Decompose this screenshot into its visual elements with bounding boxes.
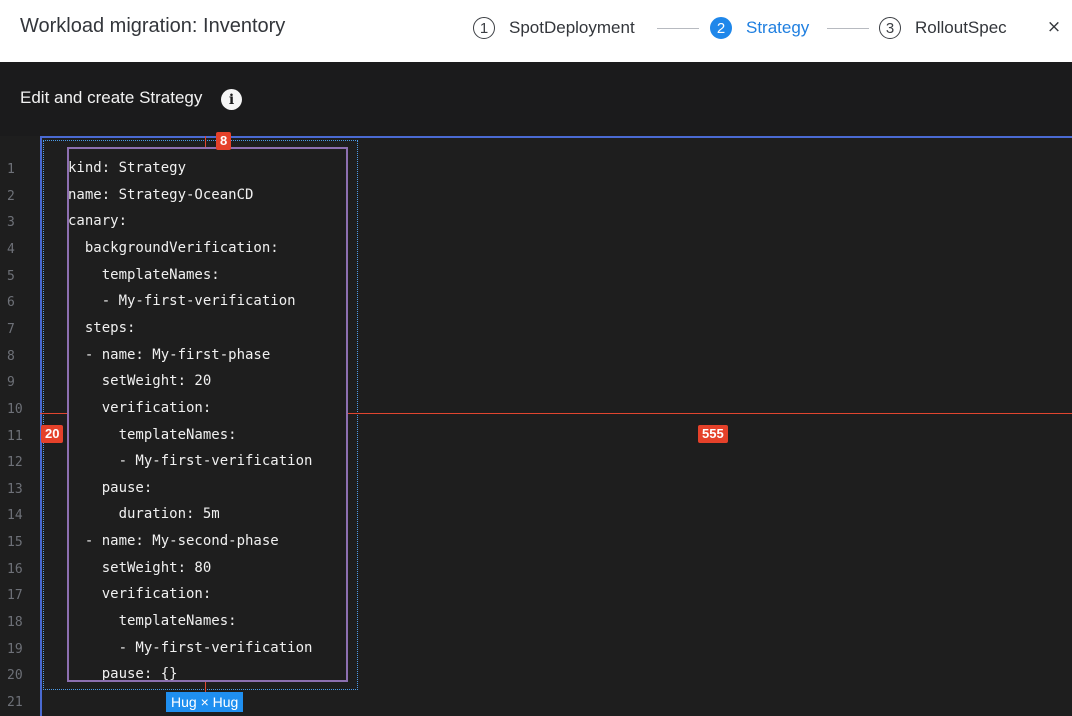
step-number: 2 bbox=[710, 17, 732, 39]
line-number: 1 bbox=[7, 162, 15, 177]
header-bar: Workload migration: Inventory 1 SpotDepl… bbox=[0, 0, 1072, 62]
text-block-outline bbox=[67, 147, 348, 682]
line-number: 3 bbox=[7, 215, 15, 231]
line-number: 5 bbox=[7, 268, 15, 284]
step-connector bbox=[827, 28, 869, 29]
line-number: 2 bbox=[7, 188, 15, 204]
line-number: 18 bbox=[7, 615, 23, 631]
line-number: 13 bbox=[7, 481, 23, 497]
line-number: 19 bbox=[7, 641, 23, 657]
line-number: 7 bbox=[7, 321, 15, 337]
line-number: 17 bbox=[7, 588, 23, 604]
sizing-badge: Hug × Hug bbox=[166, 692, 244, 712]
line-number: 21 bbox=[7, 695, 23, 710]
line-number: 11 bbox=[7, 428, 23, 444]
info-icon[interactable]: i bbox=[221, 89, 242, 110]
line-number-gutter: 1 2 3 4 5 6 7 8 9 10 11 12 13 14 15 16 17 18 19 20 21 bbox=[0, 136, 40, 712]
line-number: 15 bbox=[7, 535, 23, 551]
top-spacing-badge: 8 bbox=[216, 132, 232, 150]
step-strategy[interactable]: 2 Strategy bbox=[710, 14, 809, 42]
step-spotdeployment[interactable]: 1 SpotDeployment bbox=[473, 14, 635, 42]
step-label: Strategy bbox=[746, 18, 810, 37]
stepper: 1 SpotDeployment 2 Strategy 3 RolloutSpe… bbox=[0, 14, 1072, 42]
left-spacing-badge: 20 bbox=[41, 425, 64, 443]
left-spacing-line bbox=[40, 413, 67, 414]
right-spacing-badge: 555 bbox=[698, 425, 728, 443]
step-label: SpotDeployment bbox=[509, 18, 635, 37]
line-number: 8 bbox=[7, 348, 15, 364]
line-number: 6 bbox=[7, 295, 15, 311]
line-number: 9 bbox=[7, 375, 15, 391]
editor-title: Edit and create Strategy bbox=[20, 88, 203, 107]
line-number: 14 bbox=[7, 508, 23, 524]
line-number: 12 bbox=[7, 455, 23, 471]
step-rolloutspec[interactable]: 3 RolloutSpec bbox=[879, 14, 1007, 42]
top-spacing-line bbox=[205, 136, 206, 147]
right-spacing-line bbox=[348, 413, 1072, 414]
editor-toolbar: Edit and create Strategy bbox=[0, 62, 1072, 136]
close-icon[interactable]: × bbox=[1044, 17, 1064, 39]
step-number: 3 bbox=[879, 17, 901, 39]
line-number: 16 bbox=[7, 561, 23, 577]
line-number: 4 bbox=[7, 241, 15, 257]
step-number: 1 bbox=[473, 17, 495, 39]
step-label: RolloutSpec bbox=[915, 18, 1007, 37]
line-number: 10 bbox=[7, 401, 23, 417]
line-number: 20 bbox=[7, 668, 23, 684]
step-connector bbox=[657, 28, 699, 29]
